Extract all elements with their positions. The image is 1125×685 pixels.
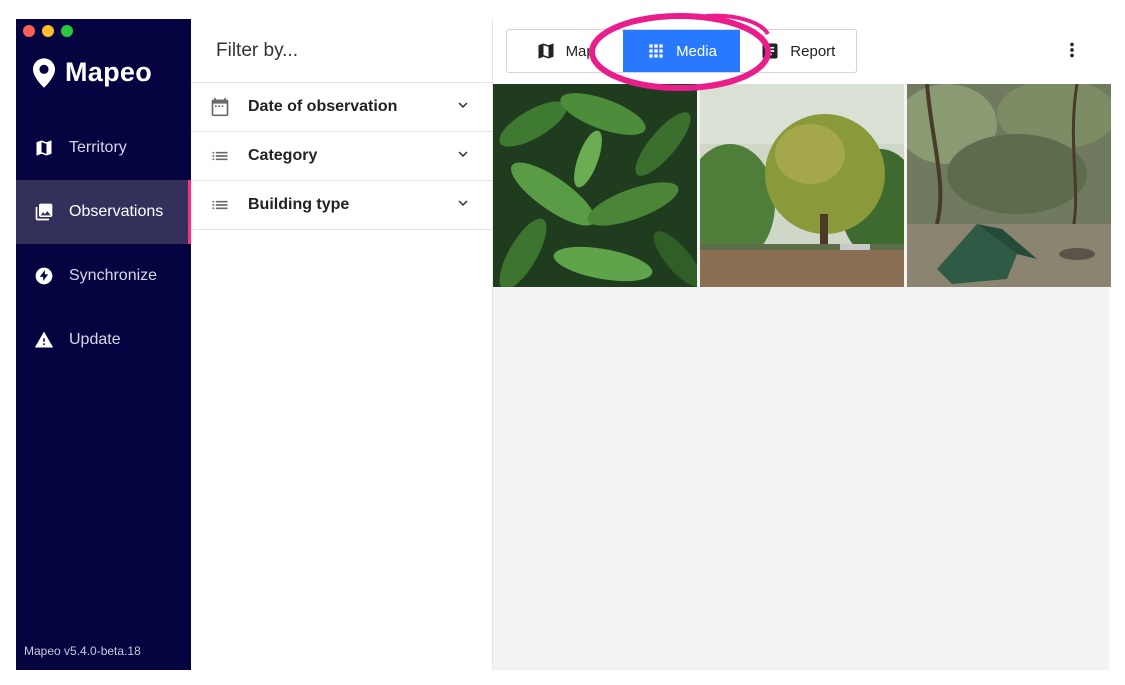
warning-icon: [33, 329, 55, 351]
filter-title: Filter by...: [191, 19, 492, 83]
tent-photo: [907, 84, 1111, 287]
tab-media[interactable]: Media: [623, 30, 740, 72]
photo-library-icon: [33, 201, 55, 223]
sidebar-item-synchronize[interactable]: Synchronize: [16, 244, 191, 308]
media-thumbnail[interactable]: [493, 84, 697, 287]
chevron-down-icon[interactable]: [454, 145, 472, 168]
sidebar-item-label: Synchronize: [69, 267, 158, 284]
tab-map[interactable]: Map: [507, 30, 623, 72]
sidebar-item-label: Territory: [69, 139, 127, 156]
map-icon: [33, 137, 55, 159]
app-version: Mapeo v5.4.0-beta.18: [24, 644, 141, 658]
calendar-icon: [209, 96, 231, 118]
list-icon: [209, 194, 231, 216]
minimize-window-button[interactable]: [42, 25, 54, 37]
filter-date-of-observation[interactable]: Date of observation: [191, 83, 492, 132]
report-icon: [762, 43, 778, 59]
zoom-window-button[interactable]: [61, 25, 73, 37]
close-window-button[interactable]: [23, 25, 35, 37]
list-icon: [209, 145, 231, 167]
tab-label: Map: [565, 42, 595, 60]
grid-icon: [649, 44, 663, 58]
chevron-down-icon[interactable]: [454, 96, 472, 119]
more-vertical-icon[interactable]: [1060, 38, 1084, 62]
sidebar-item-update[interactable]: Update: [16, 308, 191, 372]
filter-label: Category: [248, 147, 318, 164]
filter-panel: Filter by... Date of observation Categor…: [191, 19, 493, 670]
filter-label: Building type: [248, 196, 350, 213]
media-view: Map Media Report: [493, 19, 1111, 670]
river-tree-photo: [700, 84, 904, 287]
sidebar-item-label: Update: [69, 331, 121, 348]
sidebar-nav: Territory Observations Synchronize Updat…: [16, 116, 191, 372]
media-thumbnail[interactable]: [700, 84, 904, 287]
sidebar: Mapeo Territory Observations Synchronize: [16, 19, 191, 670]
media-grid: [493, 84, 1111, 287]
app-window: Mapeo Territory Observations Synchronize: [16, 19, 1111, 670]
filter-building-type[interactable]: Building type: [191, 181, 492, 230]
app-logo: Mapeo: [33, 57, 152, 88]
app-name: Mapeo: [65, 57, 153, 87]
tab-label: Media: [676, 42, 717, 60]
view-toolbar: Map Media Report: [493, 19, 1109, 84]
filter-category[interactable]: Category: [191, 132, 492, 181]
view-switcher: Map Media Report: [506, 29, 857, 73]
tab-report[interactable]: Report: [740, 30, 856, 72]
sidebar-item-territory[interactable]: Territory: [16, 116, 191, 180]
tab-label: Report: [790, 42, 836, 60]
filter-label: Date of observation: [248, 98, 398, 115]
flash-icon: [33, 265, 55, 287]
sidebar-item-label: Observations: [69, 203, 164, 220]
window-controls: [23, 25, 73, 37]
location-pin-icon: [33, 57, 55, 88]
media-thumbnail[interactable]: [907, 84, 1111, 287]
leaves-photo: [493, 84, 697, 287]
chevron-down-icon[interactable]: [454, 194, 472, 217]
map-icon: [538, 43, 554, 59]
sidebar-item-observations[interactable]: Observations: [16, 180, 191, 244]
